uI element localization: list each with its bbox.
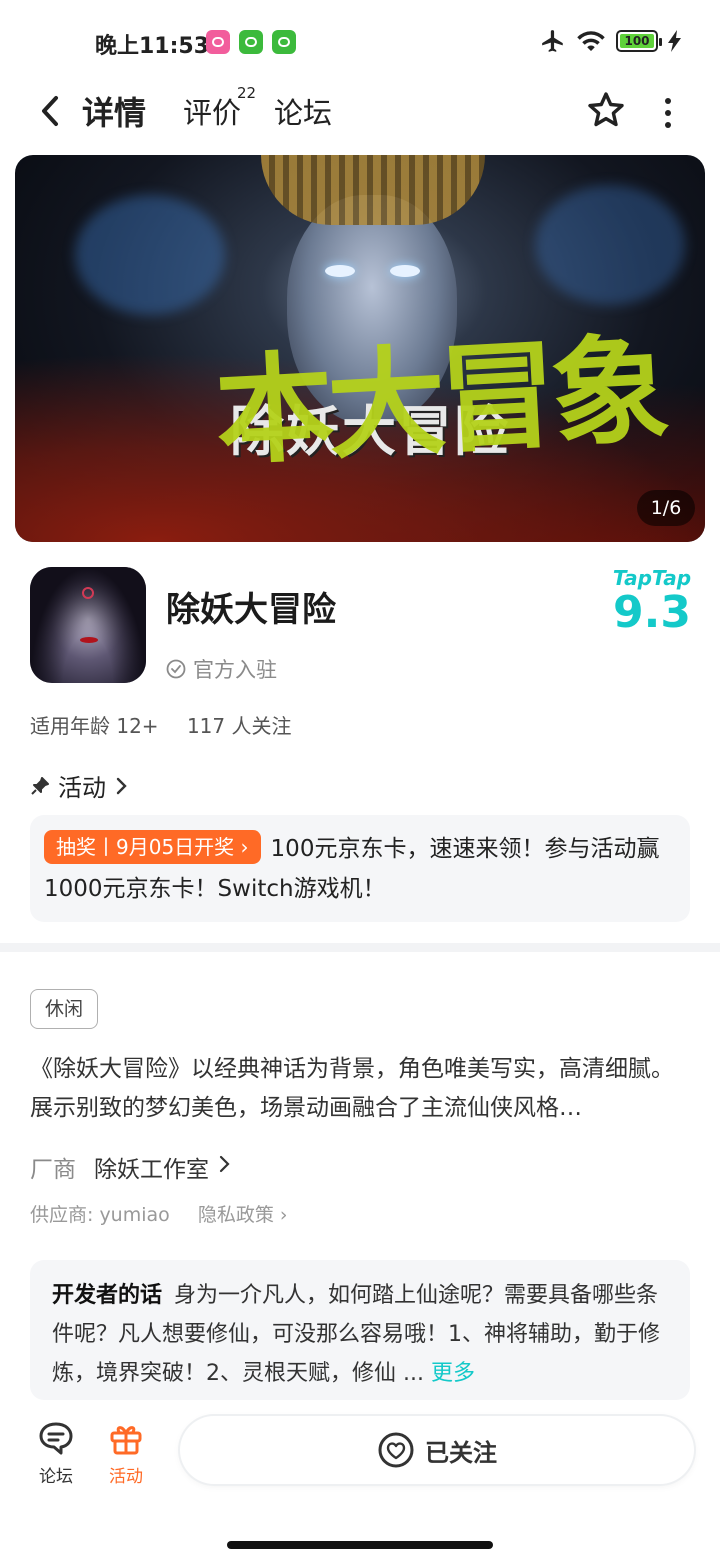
bottom-action-bar: 论坛 活动 已关注 [0, 1400, 720, 1510]
heart-check-icon [378, 1432, 414, 1468]
notification-app-icon [272, 30, 296, 54]
tab-reviews-label: 评价 [183, 96, 242, 130]
vendor-label: 厂商 [30, 1157, 76, 1183]
wifi-icon [577, 31, 605, 51]
banner-glow [75, 195, 225, 315]
game-meta: 适用年龄 12+ 117 人关注 [30, 710, 291, 739]
status-bar: 晚上11:53 100 [0, 0, 720, 80]
developer-note-card[interactable]: 开发者的话 身为一介凡人，如何踏上仙途呢？需要具备哪些条件呢？凡人想要修仙，可没那… [30, 1260, 690, 1400]
privacy-policy-link[interactable]: 隐私政策 › [198, 1204, 288, 1226]
bottom-activity-button[interactable]: 活动 [96, 1420, 156, 1487]
tab-reviews[interactable]: 评价 22 [183, 84, 256, 132]
follow-button-label: 已关注 [425, 1438, 497, 1467]
airplane-icon [542, 30, 563, 52]
game-banner[interactable]: 除妖大冒险 本大冒象 1/6 [15, 155, 705, 542]
follow-button[interactable]: 已关注 [180, 1416, 694, 1484]
more-options-icon[interactable] [660, 98, 676, 128]
official-label: 官方入驻 [193, 658, 277, 682]
battery-icon: 100 [616, 30, 662, 52]
back-arrow-icon[interactable] [34, 94, 66, 128]
review-count-badge: 22 [237, 84, 257, 102]
icon-hair [30, 567, 146, 683]
tab-forum[interactable]: 论坛 [274, 90, 332, 132]
pin-icon [31, 776, 49, 795]
section-divider [0, 943, 720, 952]
bottom-activity-label: 活动 [109, 1467, 143, 1487]
banner-scribble-overlay: 本大冒象 [212, 319, 667, 482]
more-link[interactable]: 更多 [431, 1361, 475, 1386]
age-rating: 适用年龄 12+ [30, 714, 159, 738]
bottom-forum-label: 论坛 [39, 1467, 73, 1487]
banner-character-crown [261, 155, 485, 225]
vendor-row[interactable]: 厂商 除妖工作室 [30, 1150, 231, 1184]
genre-tag[interactable]: 休闲 [30, 989, 99, 1029]
activity-section-header[interactable]: 活动 [30, 768, 128, 803]
developer-note-label: 开发者的话 [52, 1283, 163, 1308]
vendor-value: 除妖工作室 [94, 1157, 209, 1183]
forum-chat-icon [39, 1422, 73, 1455]
game-description[interactable]: 《除妖大冒险》以经典神话为背景，角色唯美写实，高清细腻。展示别致的梦幻美色，场景… [30, 1050, 690, 1128]
supplier-row: 供应商: yumiao 隐私政策 › [30, 1200, 288, 1227]
tab-details[interactable]: 详情 [78, 88, 151, 134]
lottery-badge-label: 抽奖丨9月05日开奖 [56, 835, 235, 859]
rating-score: 9.3 [613, 587, 691, 638]
bilibili-app-icon [206, 30, 230, 54]
icon-lips [80, 637, 98, 643]
tab-details-label: 详情 [82, 94, 147, 132]
taptap-rating[interactable]: TapTap 9.3 [612, 566, 692, 636]
banner-eye [390, 265, 420, 277]
activity-card[interactable]: 抽奖丨9月05日开奖 › 100元京东卡，速速来领！参与活动赢1000元京东卡！S… [30, 815, 690, 922]
banner-glow [535, 185, 685, 305]
favorite-star-icon[interactable] [586, 90, 626, 130]
notification-app-icon [239, 30, 263, 54]
charging-icon [668, 30, 681, 52]
banner-page-counter: 1/6 [637, 490, 695, 526]
supplier-text: 供应商: yumiao [30, 1204, 170, 1226]
privacy-policy-label: 隐私政策 [197, 1204, 274, 1226]
game-title: 除妖大冒险 [166, 590, 336, 630]
tab-forum-label: 论坛 [274, 96, 333, 130]
home-indicator[interactable] [227, 1541, 493, 1549]
official-badge: 官方入驻 [166, 654, 277, 684]
lottery-badge[interactable]: 抽奖丨9月05日开奖 › [44, 830, 261, 864]
gift-icon [110, 1426, 142, 1455]
activity-heading: 活动 [58, 774, 106, 802]
status-time: 晚上11:53 [95, 34, 210, 59]
status-icons: 100 [540, 28, 682, 54]
follower-count: 117 人关注 [186, 714, 292, 738]
chevron-right-icon [219, 1155, 230, 1173]
bottom-forum-button[interactable]: 论坛 [26, 1420, 86, 1487]
icon-forehead-gem [82, 587, 94, 599]
verified-check-icon [166, 659, 186, 679]
top-navigation: 详情 评价 22 论坛 [0, 80, 720, 150]
chevron-right-icon [116, 777, 127, 794]
game-app-icon [30, 567, 146, 683]
banner-eye [325, 265, 355, 277]
